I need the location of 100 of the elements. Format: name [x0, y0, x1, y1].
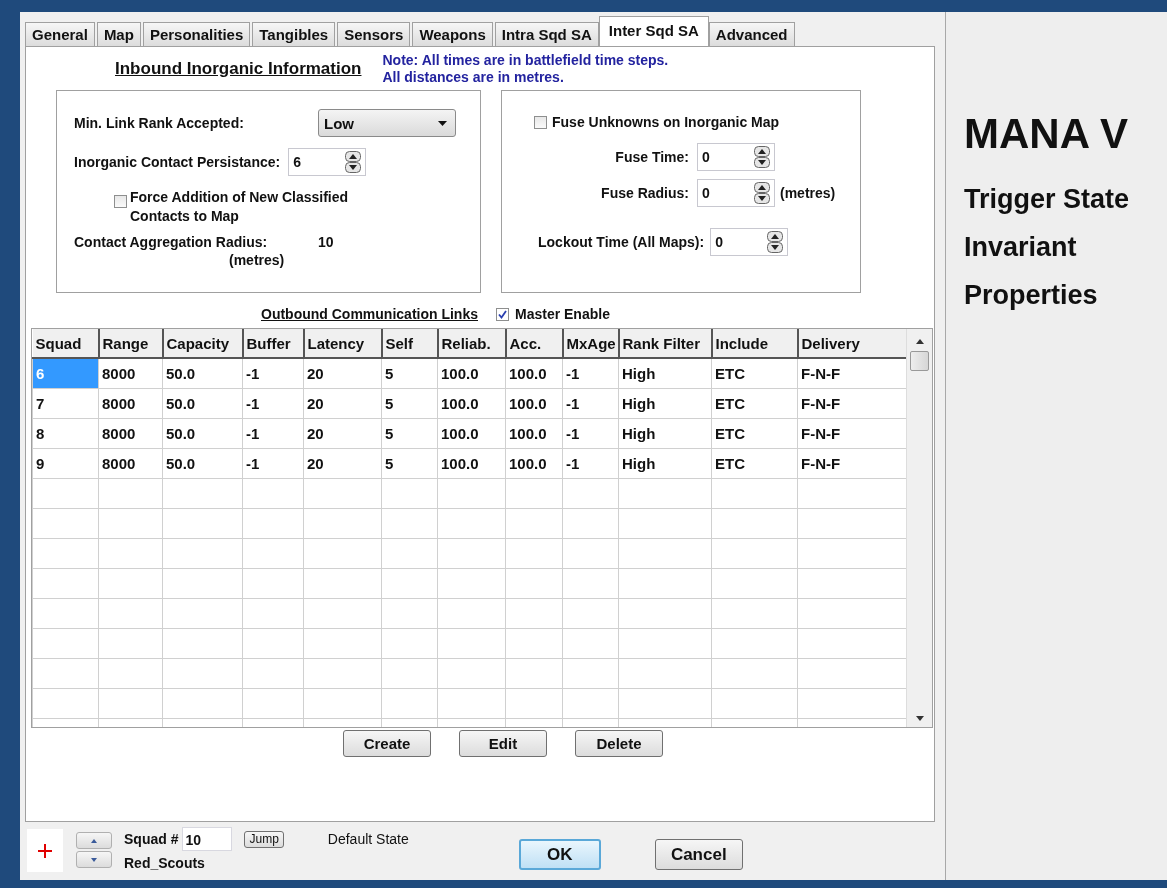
tab[interactable]: Advanced [708, 22, 795, 46]
spinner-icon[interactable] [767, 231, 784, 253]
tab[interactable]: Inter Sqd SA [598, 16, 709, 46]
number-field[interactable]: 0 [710, 228, 789, 256]
column-header[interactable]: Latency [303, 329, 382, 358]
table-cell: ETC [711, 448, 798, 479]
table-cell: -1 [562, 388, 619, 419]
table-cell: 20 [303, 388, 382, 419]
table-cell: 50.0 [162, 448, 243, 479]
table-cell: High [618, 358, 712, 389]
table-cell: 100.0 [505, 448, 563, 479]
table-cell: 100.0 [437, 358, 506, 389]
tab[interactable]: Weapons [412, 22, 493, 46]
table-cell: 100.0 [505, 388, 563, 419]
down-arrow-icon[interactable] [915, 716, 924, 721]
table-cell: 6 [32, 358, 99, 389]
checkbox-label: Fuse Unknowns on Inorganic Map [552, 114, 780, 130]
rank-dropdown[interactable]: Low [318, 109, 456, 137]
table-cell: High [618, 418, 712, 449]
table-cell: 8 [32, 418, 99, 449]
field-label: Fuse Radius: [600, 185, 689, 201]
column-header[interactable]: Reliab. [437, 329, 506, 358]
table-cell: 100.0 [505, 418, 563, 449]
table-cell: -1 [242, 448, 304, 479]
column-header[interactable]: Capacity [162, 329, 243, 358]
table-cell: 7 [32, 388, 99, 419]
column-header[interactable]: Include [711, 329, 798, 358]
column-header[interactable]: MxAge [562, 329, 619, 358]
table-button[interactable]: Delete [575, 730, 663, 757]
spinner-icon[interactable] [754, 182, 770, 204]
table-cell: -1 [562, 358, 619, 389]
tab[interactable]: Personalities [142, 22, 251, 46]
field-label: Inorganic Contact Persistance: [74, 154, 281, 170]
table-cell: 8000 [98, 448, 163, 479]
note-text: All distances are in metres. [382, 69, 565, 86]
field-label: Fuse Time: [614, 149, 689, 165]
ok-button[interactable]: OK [518, 839, 601, 870]
up-arrow-icon[interactable] [915, 339, 924, 344]
column-header[interactable]: Acc. [505, 329, 563, 358]
table-cell: 20 [303, 358, 382, 389]
tab[interactable]: Map [96, 22, 141, 46]
unit-label: (metres) [229, 252, 286, 268]
number-field[interactable]: 0 [697, 179, 775, 207]
table-cell: 5 [381, 358, 438, 389]
tab[interactable]: Tangibles [252, 22, 336, 46]
table-cell: ETC [711, 418, 798, 449]
table-cell: -1 [562, 448, 619, 479]
squad-name: Red_Scouts [124, 855, 206, 871]
number-field[interactable]: 6 [288, 148, 367, 176]
tab[interactable]: Intra Sqd SA [494, 22, 599, 46]
table-cell: 50.0 [162, 418, 243, 449]
column-header[interactable]: Rank Filter [618, 329, 712, 358]
table-cell: 100.0 [437, 418, 506, 449]
up-arrow-icon [91, 838, 97, 843]
vertical-scrollbar[interactable] [906, 329, 932, 727]
column-header[interactable]: Squad [32, 329, 99, 358]
app-title: MANA V [964, 110, 1130, 158]
cancel-button[interactable]: Cancel [654, 839, 743, 870]
table-cell: 100.0 [437, 448, 506, 479]
add-button[interactable] [27, 829, 63, 872]
section-title: Inbound Inorganic Information [115, 59, 362, 79]
side-heading: Properties [964, 280, 1099, 311]
column-header[interactable]: Buffer [242, 329, 304, 358]
jump-button[interactable]: Jump [244, 830, 284, 848]
down-arrow-icon [91, 857, 97, 862]
field-label: Contact Aggregation Radius: [74, 234, 269, 250]
table-cell: High [618, 388, 712, 419]
number-field[interactable]: 0 [697, 143, 775, 171]
checkbox[interactable] [114, 195, 127, 208]
checkbox[interactable] [534, 115, 547, 129]
table-button[interactable]: Edit [459, 730, 547, 757]
squad-field[interactable]: 10 [182, 827, 233, 851]
spinner-icon[interactable] [345, 151, 362, 173]
field-value: 10 [318, 234, 334, 250]
column-header[interactable]: Range [98, 329, 163, 358]
column-header[interactable]: Delivery [797, 329, 907, 358]
tab[interactable]: Sensors [337, 22, 411, 46]
table-cell: 8000 [98, 418, 163, 449]
table-cell: ETC [711, 388, 798, 419]
table-cell: 8000 [98, 358, 163, 389]
field-label: Min. Link Rank Accepted: [74, 115, 245, 131]
table-cell: 50.0 [162, 358, 243, 389]
table-cell: 100.0 [505, 358, 563, 389]
field-label: Squad # [124, 831, 179, 847]
checkbox-label: Force Addition of New Classified Contacts to Map [130, 188, 350, 226]
table-cell: 5 [381, 388, 438, 419]
table-cell: -1 [242, 388, 304, 419]
table-cell: 50.0 [162, 388, 243, 419]
checkbox[interactable] [496, 307, 509, 321]
spinner-icon[interactable] [754, 146, 770, 168]
table-cell: 100.0 [437, 388, 506, 419]
scroll-thumb[interactable] [910, 351, 930, 371]
table-cell: 8000 [98, 388, 163, 419]
tab[interactable]: General [25, 22, 95, 46]
unit-label: (metres) [780, 185, 836, 201]
side-heading: Invariant [964, 232, 1078, 263]
table-cell: 5 [381, 418, 438, 449]
table-cell: -1 [562, 418, 619, 449]
column-header[interactable]: Self [381, 329, 438, 358]
table-button[interactable]: Create [343, 730, 431, 757]
